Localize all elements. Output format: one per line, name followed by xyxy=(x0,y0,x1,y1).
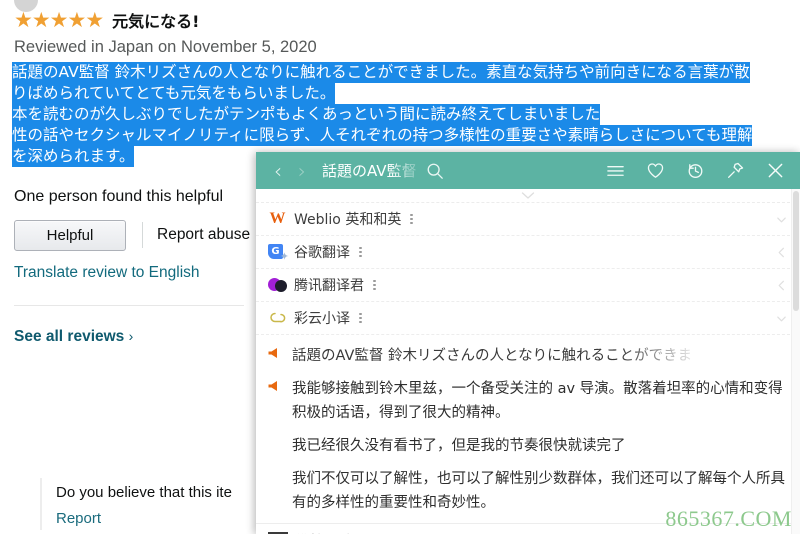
see-all-reviews-link[interactable]: See all reviews › xyxy=(14,328,133,346)
selected-text: 本を読むのが久しぶりでしたがテンポもよくあっという間に読み終えてしまいました xyxy=(12,104,601,125)
more-options-icon[interactable] xyxy=(373,278,377,292)
review-body-line: りばめられていてとても元気をもらいました。 xyxy=(12,83,800,104)
helpful-button[interactable]: Helpful xyxy=(14,220,126,251)
star-icon: ★ xyxy=(31,8,51,32)
dictionary-row-caiyun[interactable]: 彩云小译 xyxy=(256,302,800,335)
selected-text: を深められます。 xyxy=(12,146,135,167)
dictionary-row-tencent[interactable]: 腾讯翻译君 xyxy=(256,269,800,302)
screenshot-root: ★ ★ ★ ★ ★ 元気になる! Reviewed in Japan on No… xyxy=(0,0,800,534)
chevron-down-icon[interactable] xyxy=(775,312,788,325)
star-icon: ★ xyxy=(14,8,33,32)
chevron-right-icon: › xyxy=(128,328,134,344)
google-translate-icon: G ✦ xyxy=(268,243,289,263)
button-divider xyxy=(142,222,143,248)
chevron-left-icon[interactable] xyxy=(775,279,788,292)
report-abuse-link[interactable]: Report abuse xyxy=(157,226,250,244)
watermark: 865367.COM xyxy=(665,506,792,531)
translation-content: 話題のAV監督 鈴木リズさんの人となりに触れることができま 我能够接触到铃木里兹… xyxy=(256,335,800,521)
heart-icon[interactable] xyxy=(646,161,665,180)
review-header: ★ ★ ★ ★ ★ 元気になる! xyxy=(14,8,199,32)
selected-text: 性の話やセクシャルマイノリティに限らず、人それぞれの持つ多様性の重要さや素晴らし… xyxy=(12,125,753,146)
close-icon[interactable] xyxy=(766,161,785,180)
search-icon[interactable] xyxy=(426,162,444,180)
search-query-text[interactable]: 話題のAV監督 xyxy=(322,160,417,181)
see-all-reviews-label: See all reviews xyxy=(14,328,125,345)
popup-header: ‹ › 話題のAV監督 xyxy=(256,152,800,189)
review-metadata: Reviewed in Japan on November 5, 2020 xyxy=(14,38,317,56)
helpful-count-text: One person found this helpful xyxy=(14,188,224,205)
star-rating[interactable]: ★ ★ ★ ★ ★ xyxy=(14,8,104,32)
source-text: 話題のAV監督 鈴木リズさんの人となりに触れることができま xyxy=(292,348,693,364)
selected-text: りばめられていてとても元気をもらいました。 xyxy=(12,83,336,104)
report-link[interactable]: Report xyxy=(56,510,101,527)
weblio-icon: W xyxy=(269,210,286,227)
popup-header-actions xyxy=(606,161,800,180)
review-body-line: 本を読むのが久しぶりでしたがテンポもよくあっという間に読み終えてしまいました xyxy=(12,104,800,125)
collapse-strip[interactable] xyxy=(256,189,800,203)
bottom-section-rule xyxy=(40,478,42,530)
star-icon: ★ xyxy=(85,8,104,32)
popup-scrollbar[interactable] xyxy=(791,189,800,534)
more-options-icon[interactable] xyxy=(410,212,414,226)
tencent-translate-icon xyxy=(268,276,287,295)
section-divider xyxy=(14,305,244,306)
pin-icon[interactable] xyxy=(726,161,745,180)
star-icon: ★ xyxy=(67,8,86,32)
dictionary-row-google[interactable]: G ✦ 谷歌翻译 xyxy=(256,236,800,269)
forward-arrow-icon[interactable]: › xyxy=(290,156,314,186)
review-body-line: 話題のAV監督 鈴木リズさんの人となりに触れることができました。素直な気持ちや前… xyxy=(12,62,800,83)
review-body-line: 性の話やセクシャルマイノリティに限らず、人それぞれの持つ多様性の重要さや素晴らし… xyxy=(12,125,800,146)
speaker-icon[interactable] xyxy=(268,380,283,392)
more-options-icon[interactable] xyxy=(359,245,363,259)
scrollbar-thumb[interactable] xyxy=(793,191,799,311)
translated-paragraph: 我已经很久没有看书了，但是我的节奏很快就读完了 xyxy=(292,438,626,454)
translation-popup: ‹ › 話題のAV監督 W Weblio 英和和英 G ✦ 谷歌翻译 腾讯翻译君… xyxy=(256,152,800,534)
more-options-icon[interactable] xyxy=(359,311,363,325)
menu-icon[interactable] xyxy=(606,161,625,180)
dictionary-name: 腾讯翻译君 xyxy=(294,278,364,294)
review-title[interactable]: 元気になる! xyxy=(112,8,199,32)
report-question-text: Do you believe that this ite xyxy=(56,484,232,501)
chevron-left-icon[interactable] xyxy=(775,246,788,259)
dictionary-name: 彩云小译 xyxy=(294,311,350,327)
dictionary-name: 谷歌翻译 xyxy=(294,245,350,261)
history-icon[interactable] xyxy=(686,161,705,180)
selected-text: 話題のAV監督 鈴木リズさんの人となりに触れることができました。素直な気持ちや前… xyxy=(12,62,750,83)
chevron-down-icon[interactable] xyxy=(775,213,788,226)
translation-source-line: 話題のAV監督 鈴木リズさんの人となりに触れることができま xyxy=(268,344,786,368)
translated-paragraph: 我能够接触到铃木里兹，一个备受关注的 av 导演。散落着坦率的心情和变得积极的话… xyxy=(292,381,783,421)
speaker-icon[interactable] xyxy=(268,347,283,359)
caiyun-icon xyxy=(268,309,287,328)
dictionary-name: 维基百科 xyxy=(295,531,351,534)
translate-review-link[interactable]: Translate review to English xyxy=(14,264,200,282)
star-icon: ★ xyxy=(49,8,69,32)
dictionary-name: Weblio 英和和英 xyxy=(294,212,402,228)
dictionary-row-weblio[interactable]: W Weblio 英和和英 xyxy=(256,203,800,236)
translation-result-line: 我能够接触到铃木里兹，一个备受关注的 av 导演。散落着坦率的心情和变得积极的话… xyxy=(268,377,786,425)
chevron-down-icon xyxy=(521,192,535,199)
back-arrow-icon[interactable]: ‹ xyxy=(266,156,290,186)
